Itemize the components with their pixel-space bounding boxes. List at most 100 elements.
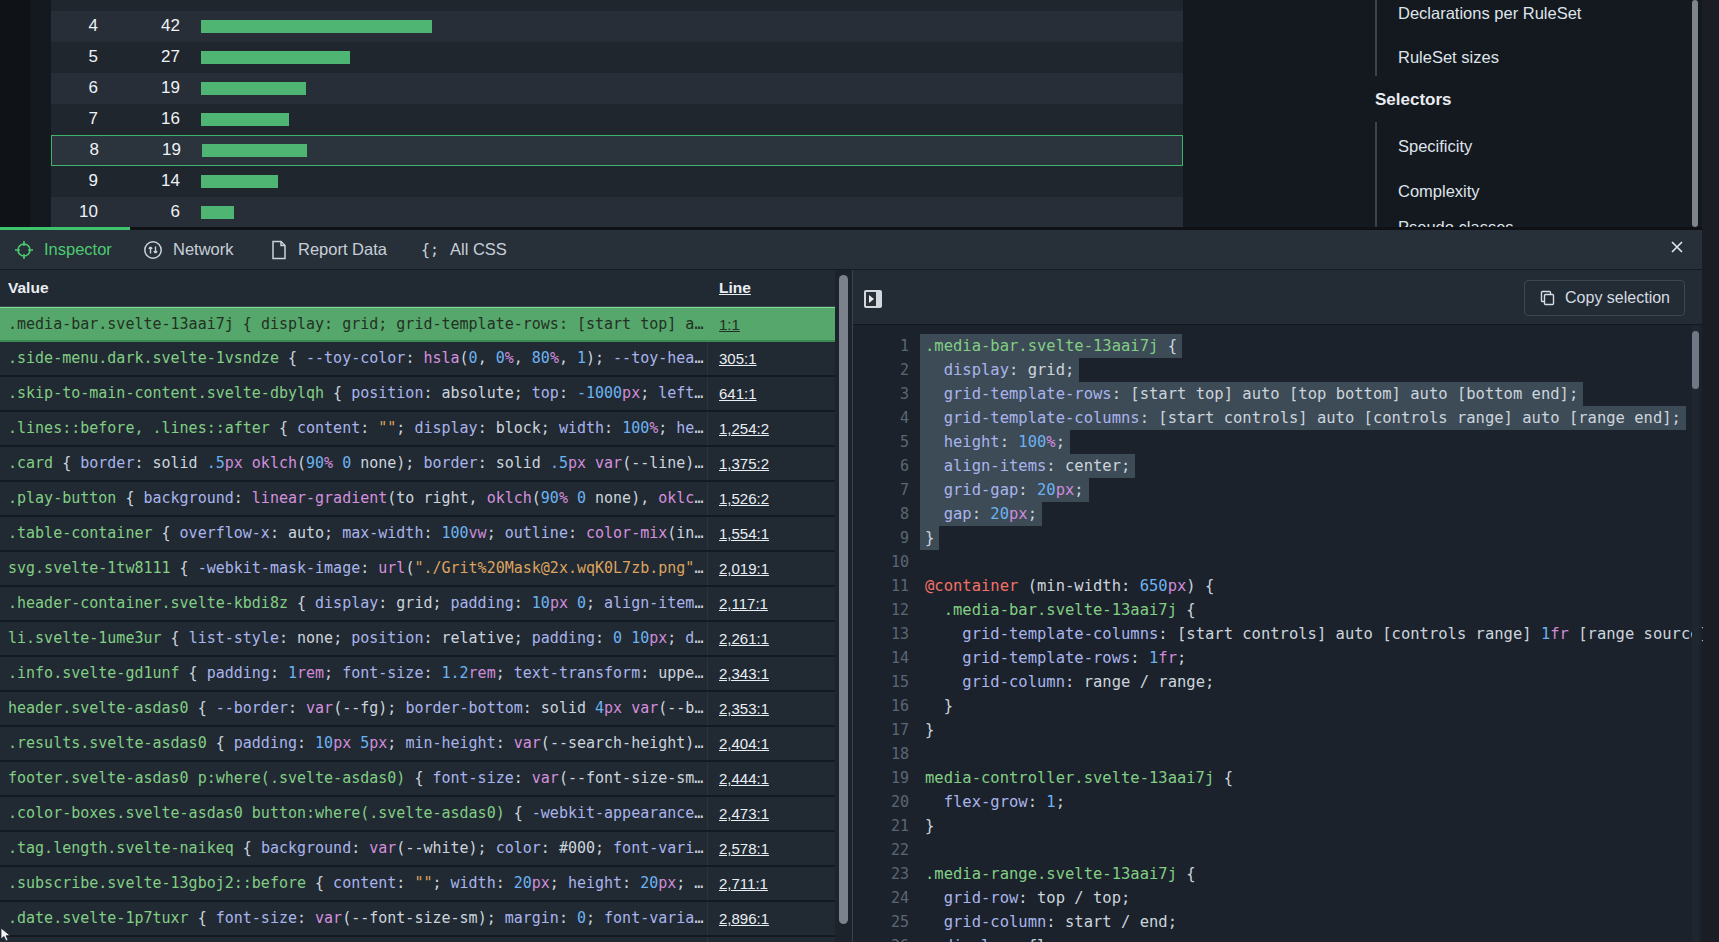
line-link[interactable]: 2,353:1	[707, 692, 769, 725]
line-number: 7	[853, 478, 909, 502]
tab-network[interactable]: Network	[143, 230, 234, 269]
chart-row[interactable]: 106	[51, 197, 1183, 228]
line-link[interactable]: 305:1	[707, 342, 757, 375]
line-link[interactable]: 1,254:2	[707, 412, 769, 445]
line-number: 10	[853, 550, 909, 574]
value-table-scrollbar-thumb[interactable]	[839, 275, 848, 924]
code-line: 5 height: 100%;	[853, 430, 1703, 454]
table-row[interactable]: .table-container { overflow-x: auto; max…	[0, 517, 835, 552]
line-link[interactable]: 2,261:1	[707, 622, 769, 655]
code-line: 9}	[853, 526, 1703, 550]
panel-content: Value Line .media-bar.svelte-13aai7j { d…	[0, 270, 1702, 942]
line-link[interactable]: 2,343:1	[707, 657, 769, 690]
sidebar-item[interactable]: Declarations per RuleSet	[1398, 4, 1581, 23]
code-line-text: @container (min-width: 650px) {	[925, 577, 1214, 595]
chart-row[interactable]: 914	[51, 166, 1183, 197]
chart-row-label: 9	[51, 171, 98, 191]
network-icon	[143, 240, 163, 260]
close-icon[interactable]	[1670, 240, 1684, 254]
line-link[interactable]: 1:1	[707, 308, 740, 340]
sidebar-item[interactable]: RuleSet sizes	[1398, 48, 1499, 67]
code-line: 25 grid-column: start / end;	[853, 910, 1703, 934]
line-link[interactable]: 1,554:1	[707, 517, 769, 550]
value-cell: .links.svelte-asdas0 { display: flex; ga…	[0, 937, 707, 942]
line-link[interactable]: 1,526:2	[707, 482, 769, 515]
tab-inspector[interactable]: Inspector	[14, 230, 112, 269]
code-line: 7 grid-gap: 20px;	[853, 478, 1703, 502]
code-line-text: }	[925, 529, 939, 547]
chart-row-count: 19	[98, 78, 180, 98]
sidebar-item[interactable]: Complexity	[1398, 182, 1480, 201]
code-line: 19media-controller.svelte-13aai7j {	[853, 766, 1703, 790]
table-row[interactable]: header.svelte-asdas0 { --border: var(--f…	[0, 692, 835, 727]
value-table: Value Line .media-bar.svelte-13aai7j { d…	[0, 270, 835, 942]
line-link[interactable]: 2,473:1	[707, 797, 769, 830]
column-header-line[interactable]: Line	[707, 279, 751, 297]
chart-row[interactable]: 527	[51, 42, 1183, 73]
line-link[interactable]: 2,711:1	[707, 867, 768, 900]
tab-all-css[interactable]: {;}All CSS	[420, 230, 507, 269]
line-link[interactable]: 3,011:1	[707, 937, 768, 942]
chart-row-label: 7	[51, 109, 98, 129]
tab-label: Inspector	[44, 240, 112, 259]
code-line-text: display: grid;	[925, 361, 1079, 379]
code-line: 10	[853, 550, 1703, 574]
table-row[interactable]: .lines::before, .lines::after { content:…	[0, 412, 835, 447]
tab-report-data[interactable]: Report Data	[270, 230, 387, 269]
code-scrollbar-thumb[interactable]	[1692, 331, 1699, 389]
chart-row[interactable]: 819	[51, 135, 1183, 166]
line-number: 23	[853, 862, 909, 886]
report-data-icon	[270, 240, 288, 260]
code-line: 11@container (min-width: 650px) {	[853, 574, 1703, 598]
line-link[interactable]: 1,375:2	[707, 447, 769, 480]
code-line-text: grid-template-columns: [start controls] …	[925, 625, 1703, 643]
chart-row-label: 4	[51, 16, 98, 36]
line-number: 9	[853, 526, 909, 550]
chart-row[interactable]: 619	[51, 73, 1183, 104]
code-line: 2 display: grid;	[853, 358, 1703, 382]
table-row[interactable]: .links.svelte-asdas0 { display: flex; ga…	[0, 937, 835, 942]
line-link[interactable]: 2,578:1	[707, 832, 769, 865]
table-row[interactable]: .info.svelte-gd1unf { padding: 1rem; fon…	[0, 657, 835, 692]
copy-icon	[1539, 290, 1555, 306]
code-line-text: }	[925, 697, 953, 715]
chart-row-count: 42	[98, 16, 180, 36]
code-line-text: .media-range.svelte-13aai7j {	[925, 865, 1196, 883]
line-link[interactable]: 2,117:1	[707, 587, 768, 620]
table-row[interactable]: svg.svelte-1tw8111 { -webkit-mask-image:…	[0, 552, 835, 587]
code-line: 16 }	[853, 694, 1703, 718]
table-row[interactable]: .play-button { background: linear-gradie…	[0, 482, 835, 517]
value-cell: svg.svelte-1tw8111 { -webkit-mask-image:…	[0, 552, 707, 585]
table-row[interactable]: .results.svelte-asdas0 { padding: 10px 5…	[0, 727, 835, 762]
chart-row[interactable]: 716	[51, 104, 1183, 135]
line-number: 16	[853, 694, 909, 718]
line-link[interactable]: 641:1	[707, 377, 757, 410]
table-row[interactable]: .tag.length.svelte-naikeq { background: …	[0, 832, 835, 867]
table-row[interactable]: .header-container.svelte-kbdi8z { displa…	[0, 587, 835, 622]
value-cell: .lines::before, .lines::after { content:…	[0, 412, 707, 445]
line-number: 19	[853, 766, 909, 790]
table-row[interactable]: footer.svelte-asdas0 p:where(.svelte-asd…	[0, 762, 835, 797]
table-row[interactable]: .subscribe.svelte-13gboj2::before { cont…	[0, 867, 835, 902]
copy-selection-button[interactable]: Copy selection	[1524, 280, 1685, 316]
value-cell: .card { border: solid .5px oklch(90% 0 n…	[0, 447, 707, 480]
chart-row[interactable]: 442	[51, 11, 1183, 42]
table-row[interactable]: .color-boxes.svelte-asdas0 button:where(…	[0, 797, 835, 832]
sidebar-item[interactable]: Specificity	[1398, 137, 1472, 156]
table-row[interactable]: .date.svelte-1p7tuxr { font-size: var(--…	[0, 902, 835, 937]
code-line: 6 align-items: center;	[853, 454, 1703, 478]
line-link[interactable]: 2,404:1	[707, 727, 769, 760]
table-row[interactable]: li.svelte-1ume3ur { list-style: none; po…	[0, 622, 835, 657]
line-link[interactable]: 2,019:1	[707, 552, 769, 585]
code-line-text: display: flex;	[925, 937, 1074, 942]
line-link[interactable]: 2,896:1	[707, 902, 769, 935]
chart-row-partial[interactable]: 3	[51, 0, 1183, 11]
value-cell: .side-menu.dark.svelte-1vsndze { --toy-c…	[0, 342, 707, 375]
table-row[interactable]: .card { border: solid .5px oklch(90% 0 n…	[0, 447, 835, 482]
table-row[interactable]: .media-bar.svelte-13aai7j { display: gri…	[0, 307, 835, 342]
expand-panel-icon[interactable]	[864, 290, 882, 308]
table-row[interactable]: .skip-to-main-content.svelte-dbylqh { po…	[0, 377, 835, 412]
line-link[interactable]: 2,444:1	[707, 762, 769, 795]
code-panel-header: Copy selection	[853, 270, 1702, 325]
table-row[interactable]: .side-menu.dark.svelte-1vsndze { --toy-c…	[0, 342, 835, 377]
